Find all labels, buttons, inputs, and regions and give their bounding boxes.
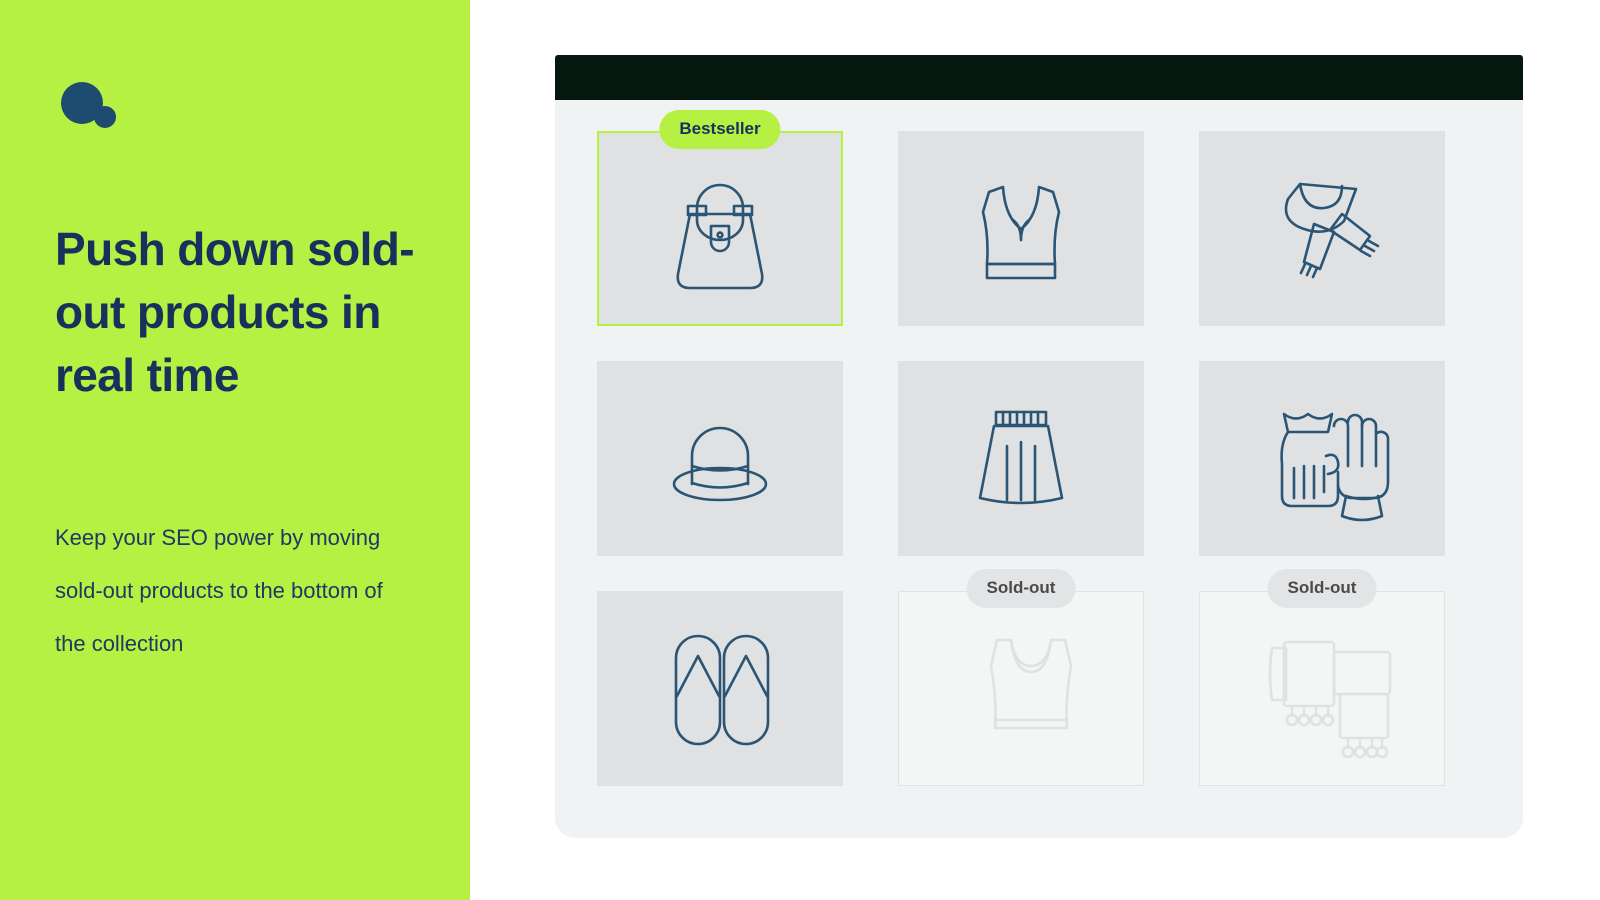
product-card-flipflops[interactable]: [597, 591, 843, 786]
product-card-handbag[interactable]: Bestseller: [597, 110, 843, 326]
product-card-scarf[interactable]: [1199, 131, 1445, 326]
crop-top-icon: [941, 154, 1101, 304]
left-content-panel: Push down sold-out products in real time…: [0, 0, 470, 900]
product-card-crop-top[interactable]: [898, 131, 1144, 326]
handbag-icon: [640, 154, 800, 304]
page-title: Push down sold-out products in real time: [55, 223, 415, 402]
status-badge-soldout-blankets: Sold-out: [1267, 569, 1377, 608]
skirt-icon: [941, 384, 1101, 534]
product-card-gloves[interactable]: [1199, 361, 1445, 556]
browser-mockup: Bestseller Sold-out Sold-out: [555, 55, 1523, 838]
product-card-hat[interactable]: [597, 361, 843, 556]
two-circles-logo: [58, 78, 128, 134]
product-card-tank-top[interactable]: Sold-out: [898, 569, 1144, 786]
product-grid: Bestseller Sold-out Sold-out: [597, 110, 1485, 786]
page-subcopy: Keep your SEO power by moving sold-out p…: [55, 525, 383, 656]
status-badge-soldout-tank-top: Sold-out: [966, 569, 1076, 608]
blankets-icon: [1242, 614, 1402, 764]
product-card-skirt[interactable]: [898, 361, 1144, 556]
status-badge-bestseller: Bestseller: [659, 110, 781, 149]
flip-flops-icon: [640, 614, 800, 764]
bowler-hat-icon: [640, 384, 800, 534]
product-card-blankets[interactable]: Sold-out: [1199, 569, 1445, 786]
scarf-icon: [1242, 154, 1402, 304]
tank-top-icon: [941, 614, 1101, 764]
browser-chrome-bar: [555, 55, 1523, 100]
gloves-icon: [1242, 384, 1402, 534]
slide-canvas: Push down sold-out products in real time…: [0, 0, 1600, 900]
